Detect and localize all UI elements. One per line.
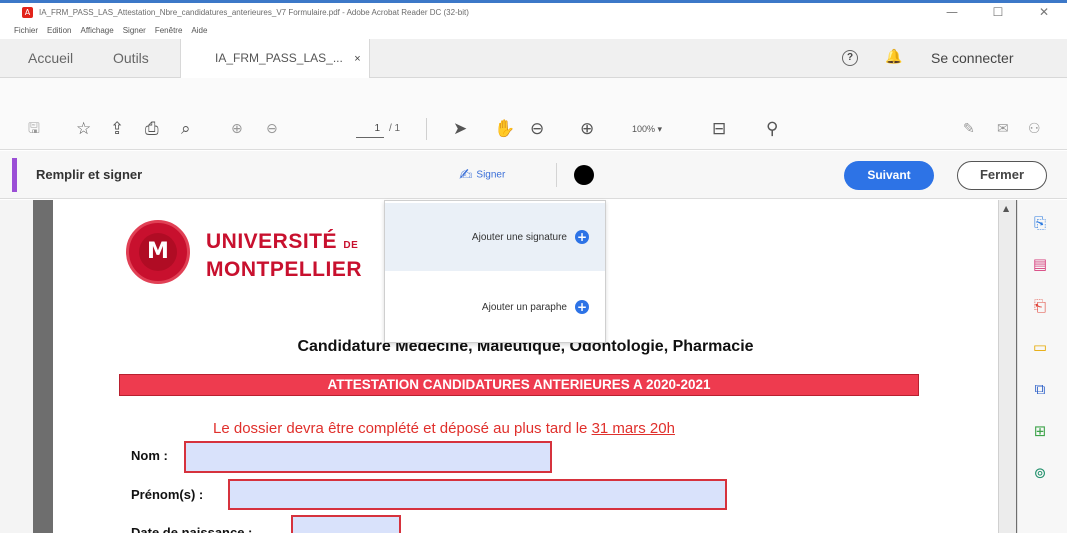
sign-pen-icon[interactable]: ✎ — [963, 119, 975, 139]
menu-fichier[interactable]: Fichier — [14, 26, 38, 35]
bookmark-star-icon[interactable]: ☆ — [76, 119, 91, 139]
maximize-button[interactable]: ☐ — [975, 3, 1021, 22]
date-naissance-label: Date de naissance : — [131, 525, 253, 533]
fill-sign-divider — [556, 163, 557, 187]
zoom-level-value: 100% — [632, 124, 656, 134]
logo-emblem: M — [139, 233, 177, 271]
menu-aide[interactable]: Aide — [191, 26, 207, 35]
right-tools-panel: ⎘ ▤ ⎗ ▭ ⧉ ⊞ ⊚ — [1017, 200, 1067, 533]
attestation-banner: ATTESTATION CANDIDATURES ANTERIEURES A 2… — [119, 374, 919, 396]
university-name-de: DE — [343, 240, 359, 251]
hand-tool-icon[interactable]: ✋ — [494, 119, 515, 139]
add-signature-label: Ajouter une signature — [471, 231, 567, 243]
save-icon[interactable]: 🖫 — [28, 119, 40, 139]
close-tab-icon[interactable]: × — [354, 53, 360, 65]
add-initials-item[interactable]: Ajouter un paraphe + — [385, 273, 605, 341]
export-pdf-icon[interactable]: ⎘ — [1031, 214, 1049, 232]
menu-bar: Fichier Edition Affichage Signer Fenêtre… — [0, 22, 216, 39]
left-panel — [0, 200, 33, 533]
email-icon[interactable]: ✉ — [997, 119, 1009, 139]
menu-edition[interactable]: Edition — [47, 26, 71, 35]
sign-button[interactable]: ✍ Signer — [459, 165, 505, 186]
university-name-line1: UNIVERSITÉ — [206, 230, 338, 253]
window-title: IA_FRM_PASS_LAS_Attestation_Nbre_candida… — [39, 8, 469, 17]
zoom-level-select[interactable]: 100% ▾ — [632, 120, 662, 138]
add-initials-label: Ajouter un paraphe — [481, 301, 567, 313]
search-icon[interactable]: ⌕ — [181, 119, 191, 139]
deadline-text: Le dossier devra être complété et déposé… — [213, 420, 588, 437]
page-total: / 1 — [389, 123, 401, 134]
nom-field[interactable] — [184, 441, 552, 473]
create-pdf-icon[interactable]: ⎗ — [1031, 297, 1049, 315]
comment-icon[interactable]: ▭ — [1031, 338, 1049, 356]
vertical-scrollbar[interactable]: ▲ — [998, 200, 1016, 533]
share-user-icon[interactable]: ⚇ — [1028, 119, 1041, 139]
menu-affichage[interactable]: Affichage — [80, 26, 113, 35]
acrobat-window: A IA_FRM_PASS_LAS_Attestation_Nbre_candi… — [0, 0, 1067, 533]
window-controls: — ☐ ✕ — [929, 3, 1067, 22]
tab-accueil[interactable]: Accueil — [28, 39, 73, 78]
sign-button-label: Signer — [476, 169, 506, 181]
zoom-in-icon[interactable]: ⊕ — [580, 119, 594, 139]
main-toolbar: 🖫 ☆ ⇪ ⎙ ⌕ ⊕ ⊖ 1 / 1 ➤ ✋ ⊖ ⊕ 100% ▾ ⊟ ⚲ ✎… — [0, 78, 1067, 150]
previous-page-icon[interactable]: ⊕ — [231, 119, 243, 139]
university-name-line2: MONTPELLIER — [206, 258, 362, 281]
tab-bar: Accueil Outils IA_FRM_PASS_LAS_... × ? 🔔… — [0, 39, 1067, 78]
scroll-up-icon[interactable]: ▲ — [1003, 204, 1009, 213]
prenom-field[interactable] — [228, 479, 727, 510]
university-logo: M — [126, 220, 190, 284]
notification-bell-icon[interactable]: 🔔 — [885, 49, 902, 65]
toolbar-divider — [426, 118, 427, 140]
tab-document-label: IA_FRM_PASS_LAS_... — [215, 51, 343, 65]
color-picker-dot[interactable] — [574, 165, 594, 185]
prenom-label: Prénom(s) : — [131, 487, 204, 502]
signature-pen-icon: ✍ — [459, 165, 473, 184]
next-page-icon[interactable]: ⊖ — [266, 119, 278, 139]
combine-files-icon[interactable]: ⧉ — [1031, 380, 1049, 398]
nom-label: Nom : — [131, 448, 168, 463]
sign-dropdown-menu: Ajouter une signature + Ajouter un parap… — [384, 200, 606, 343]
deadline-notice: Le dossier devra être complété et déposé… — [213, 420, 675, 437]
fill-sign-label: Remplir et signer — [36, 167, 143, 182]
next-button[interactable]: Suivant — [844, 161, 934, 190]
organize-pages-icon[interactable]: ▤ — [1031, 255, 1049, 273]
tab-document[interactable]: IA_FRM_PASS_LAS_... × — [180, 39, 370, 78]
print-icon[interactable]: ⎙ — [145, 119, 159, 139]
add-initials-plus-icon: + — [575, 300, 589, 314]
select-cursor-icon[interactable]: ➤ — [453, 119, 467, 139]
deadline-date: 31 mars 20h — [591, 420, 675, 437]
fill-sign-accent — [12, 158, 17, 192]
university-name: UNIVERSITÉ DE MONTPELLIER — [206, 230, 362, 282]
menu-fenetre[interactable]: Fenêtre — [155, 26, 183, 35]
date-naissance-field[interactable] — [291, 515, 401, 533]
page-layout-icon[interactable]: ⊟ — [712, 119, 726, 139]
help-icon[interactable]: ? — [842, 50, 858, 66]
minimize-button[interactable]: — — [929, 3, 975, 22]
zoom-out-icon[interactable]: ⊖ — [530, 119, 544, 139]
menu-signer[interactable]: Signer — [123, 26, 146, 35]
highlight-marker-icon[interactable]: ⚲ — [766, 119, 778, 139]
fill-sign-bar: Remplir et signer ✍ Signer Suivant Fermer — [0, 151, 1067, 199]
page-number-input[interactable]: 1 — [356, 120, 384, 138]
tab-outils[interactable]: Outils — [113, 39, 149, 78]
acrobat-icon: A — [22, 7, 33, 18]
add-signature-plus-icon: + — [575, 230, 589, 244]
edit-pdf-icon[interactable]: ⊞ — [1031, 422, 1049, 440]
upload-cloud-icon[interactable]: ⇪ — [110, 119, 124, 139]
close-fill-sign-button[interactable]: Fermer — [957, 161, 1047, 190]
sign-in-link[interactable]: Se connecter — [931, 39, 1014, 78]
title-bar: A IA_FRM_PASS_LAS_Attestation_Nbre_candi… — [0, 0, 1067, 22]
send-for-review-icon[interactable]: ⊚ — [1031, 464, 1049, 482]
close-window-button[interactable]: ✕ — [1021, 3, 1067, 22]
add-signature-item[interactable]: Ajouter une signature + — [385, 203, 605, 271]
